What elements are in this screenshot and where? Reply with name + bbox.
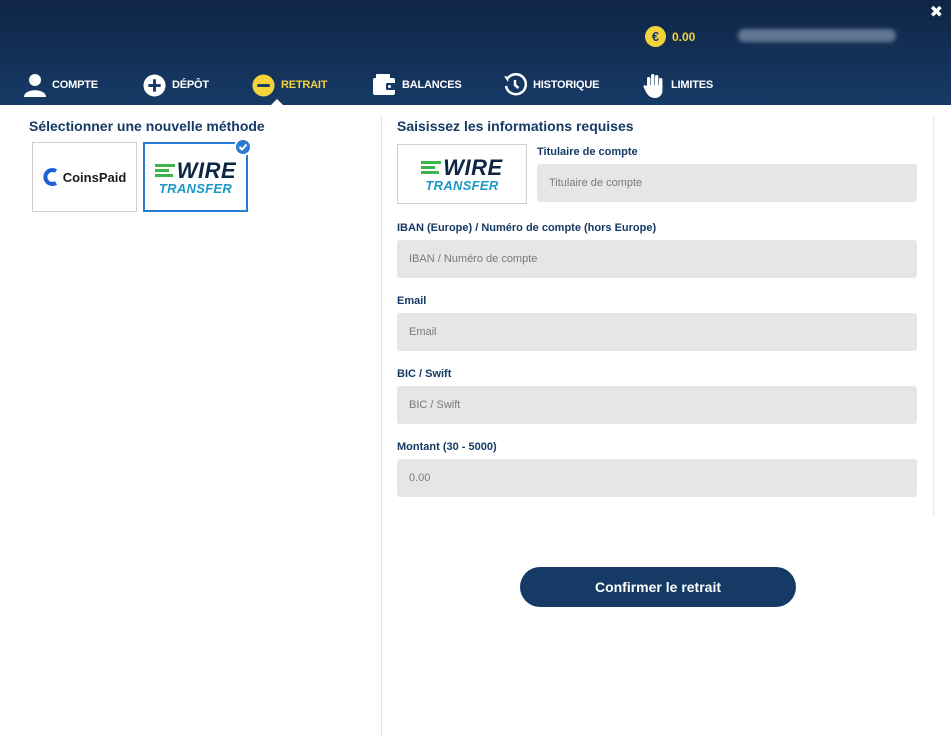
tab-balances[interactable]: BALANCES (372, 70, 462, 100)
tab-historique[interactable]: HISTORIQUE (503, 70, 599, 100)
wire-lines-icon (421, 160, 442, 175)
wallet-icon (373, 74, 396, 95)
wire-word: WIRE (176, 157, 237, 183)
method-wire-transfer[interactable]: WIRE TRANSFER (143, 138, 252, 212)
tab-balances-label: BALANCES (402, 79, 462, 91)
coinspaid-name: CoinsPaid (62, 169, 127, 185)
plus-circle-icon (143, 73, 166, 97)
euro-coin-icon: € (645, 26, 666, 47)
email-input[interactable] (397, 313, 917, 351)
tab-compte[interactable]: COMPTE (24, 70, 98, 100)
coinspaid-c-icon (43, 168, 57, 186)
email-label: Email (397, 295, 427, 307)
tab-depot-label: DÉPÔT (172, 79, 209, 91)
close-icon[interactable]: ✖ (930, 4, 943, 22)
form-title: Saisissez les informations requises (397, 118, 634, 134)
balance-value: 0.00 (672, 29, 696, 44)
main-nav: COMPTE DÉPÔT RETRAIT BALANCES HISTORIQUE… (0, 70, 951, 105)
tab-compte-label: COMPTE (52, 79, 98, 91)
coinspaid-logo: CoinsPaid (43, 167, 127, 187)
tab-limites-label: LIMITES (671, 79, 713, 91)
iban-label: IBAN (Europe) / Numéro de compte (hors E… (397, 222, 657, 234)
minus-circle-icon (252, 73, 275, 97)
method-coinspaid[interactable]: CoinsPaid (32, 142, 137, 212)
confirm-withdrawal-button[interactable]: Confirmer le retrait (520, 567, 796, 607)
amount-label: Montant (30 - 5000) (397, 441, 497, 453)
balance-display: € 0.00 (645, 26, 695, 47)
holder-label: Titulaire de compte (537, 146, 638, 158)
methods-title: Sélectionner une nouvelle méthode (29, 118, 265, 134)
selected-check-icon (234, 138, 252, 156)
iban-input[interactable] (397, 240, 917, 278)
holder-input[interactable] (537, 164, 917, 202)
wire-sub: TRANSFER (158, 180, 233, 196)
wire-transfer-logo: WIRE TRANSFER (154, 157, 237, 196)
wire-transfer-logo-preview: WIRE TRANSFER (421, 154, 503, 193)
hand-icon (643, 73, 663, 98)
selected-method-preview: WIRE TRANSFER (397, 144, 527, 204)
tab-retrait[interactable]: RETRAIT (252, 70, 328, 105)
wire-sub: TRANSFER (425, 177, 499, 193)
top-header: ✖ € 0.00 COMPTE DÉPÔT RETRAIT BALANCES H… (0, 0, 951, 105)
user-icon (24, 74, 46, 97)
tab-historique-label: HISTORIQUE (533, 79, 600, 91)
bic-input[interactable] (397, 386, 917, 424)
right-edge-divider (933, 116, 934, 516)
amount-input[interactable] (397, 459, 917, 497)
tab-retrait-label: RETRAIT (281, 79, 328, 91)
wire-lines-icon (154, 163, 175, 178)
username-blurred (738, 29, 896, 42)
wire-word: WIRE (443, 154, 503, 180)
history-icon (504, 73, 527, 96)
tab-depot[interactable]: DÉPÔT (143, 70, 209, 100)
column-divider (381, 116, 382, 736)
bic-label: BIC / Swift (397, 368, 452, 380)
tab-limites[interactable]: LIMITES (643, 70, 713, 100)
